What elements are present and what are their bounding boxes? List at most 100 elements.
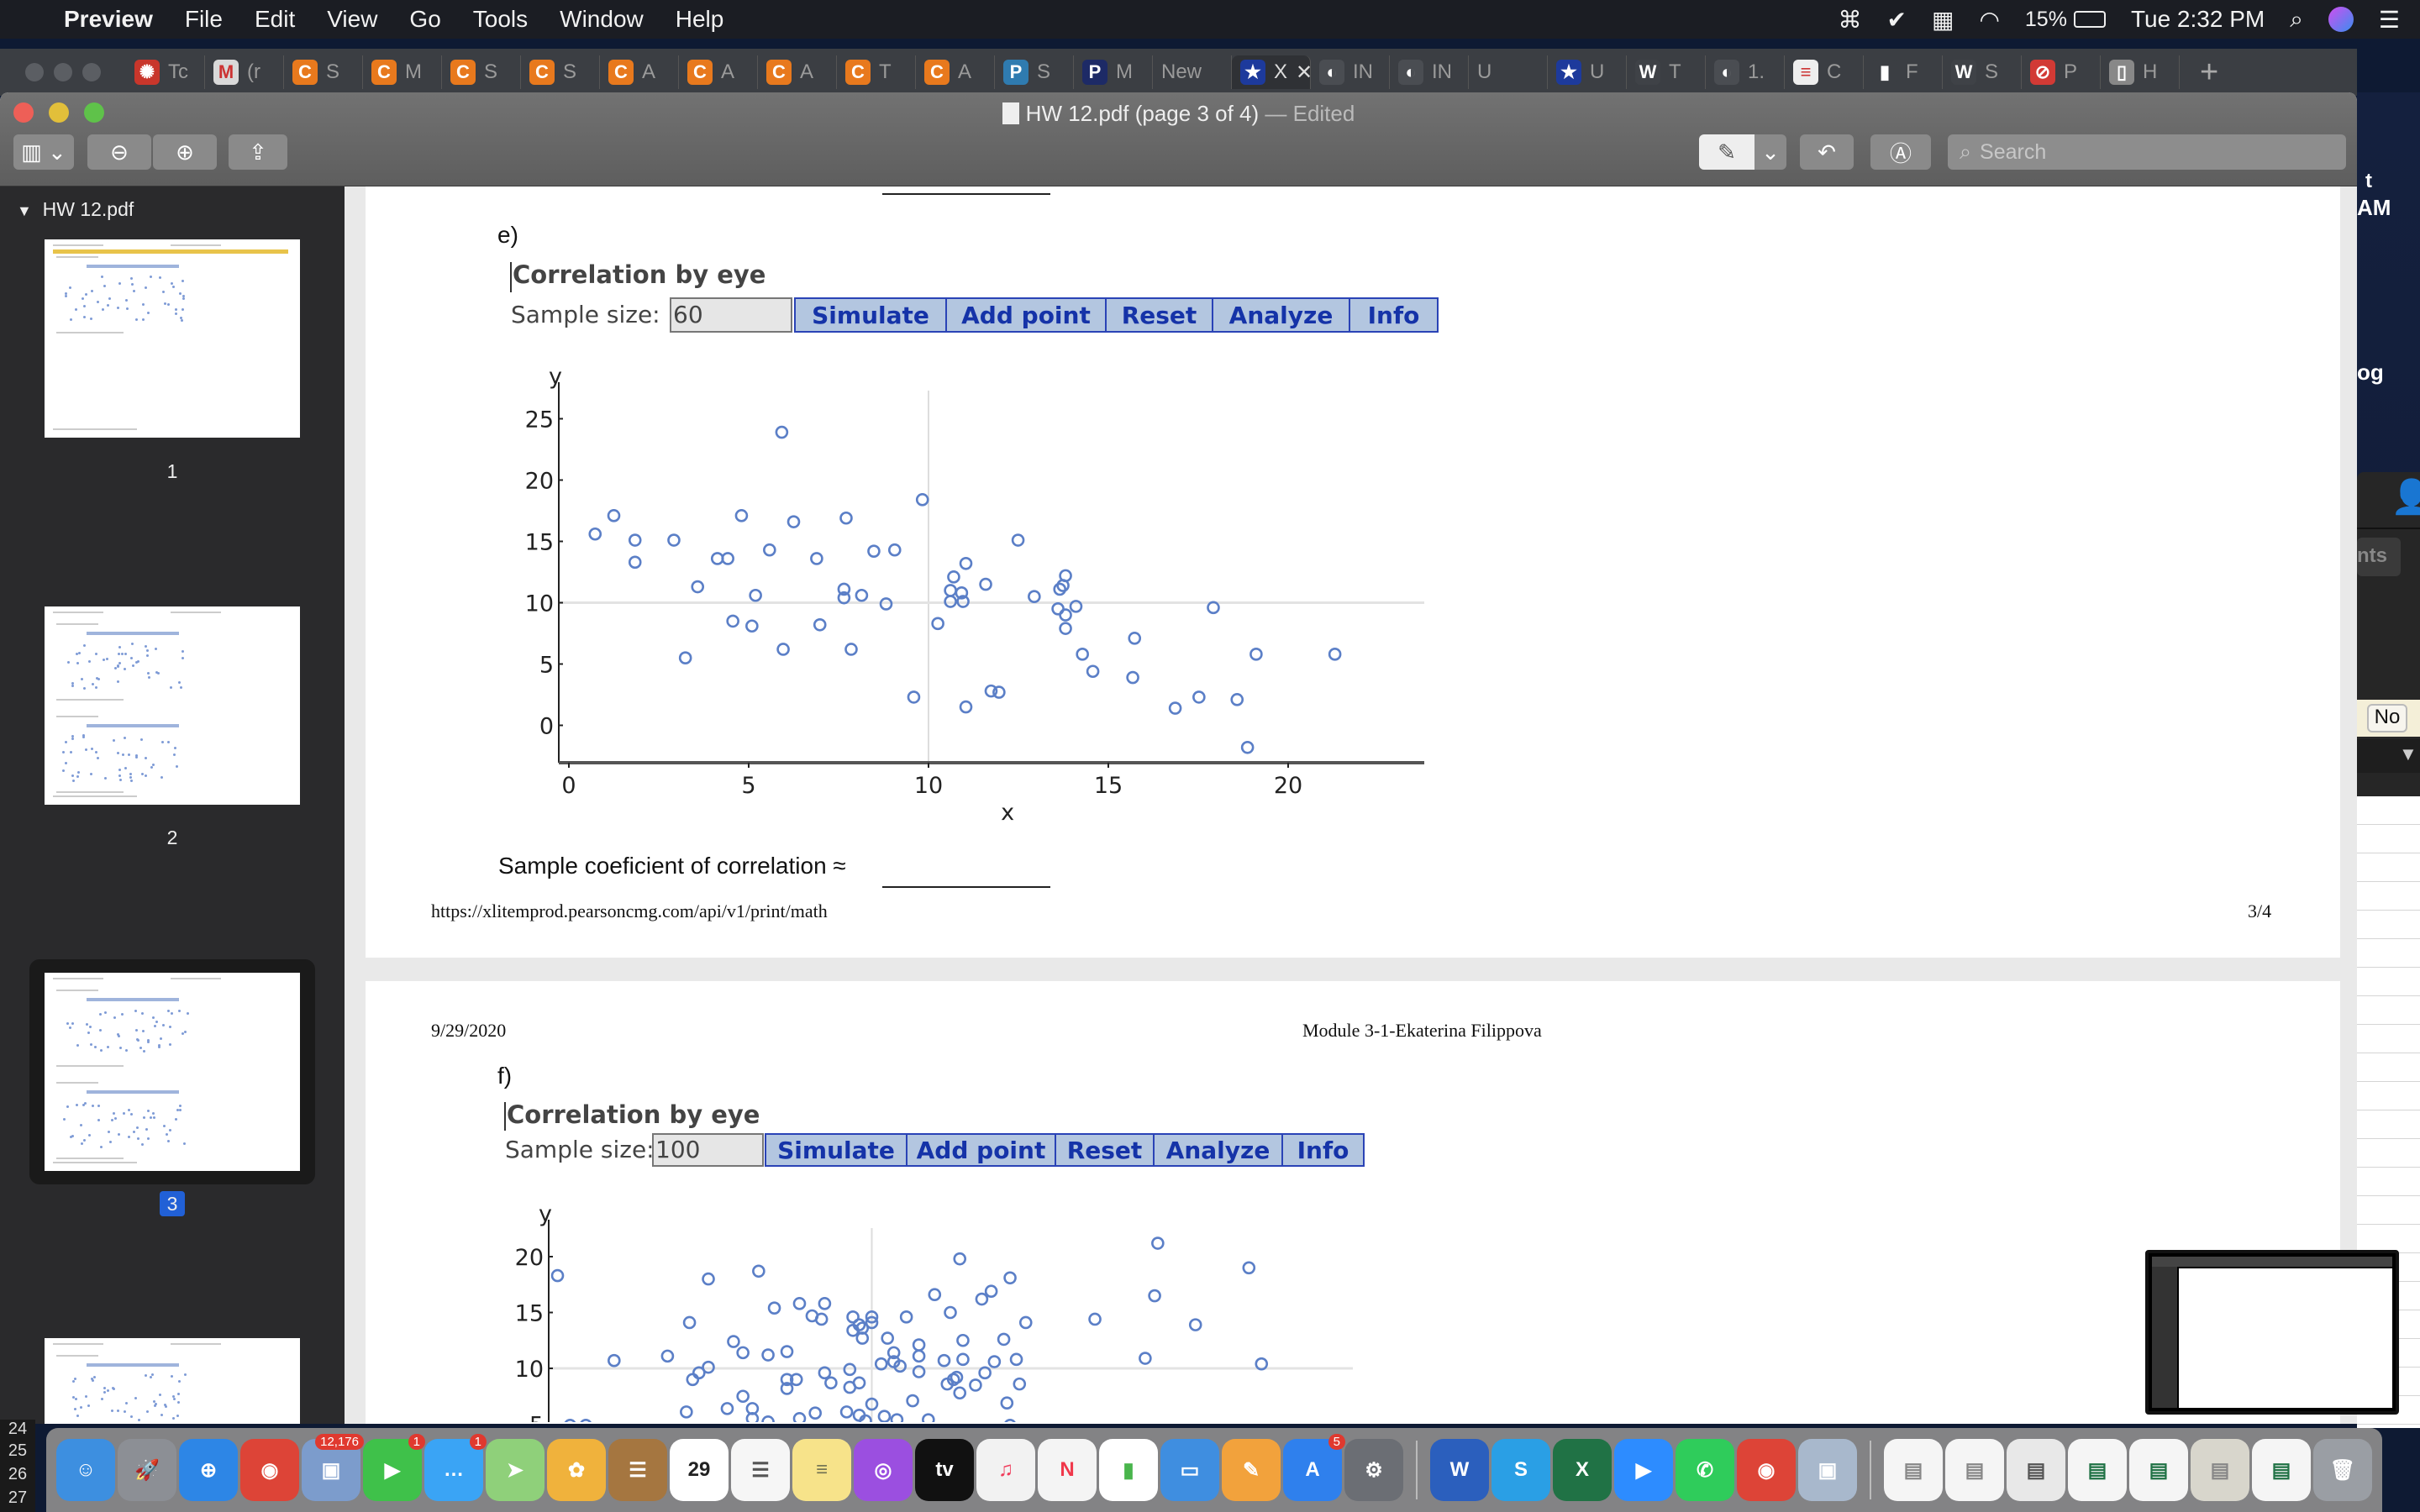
- coefficient-answer-blank[interactable]: [882, 886, 1050, 888]
- window-preview-thumbnail[interactable]: [2145, 1250, 2399, 1415]
- reset-button[interactable]: Reset: [1056, 1135, 1155, 1165]
- browser-tab[interactable]: ◐ 1.: [1706, 55, 1785, 89]
- launchpad-icon[interactable]: 🚀: [118, 1439, 176, 1501]
- menu-tools[interactable]: Tools: [473, 6, 528, 33]
- browser-tab[interactable]: CS: [442, 55, 521, 89]
- browser-tab[interactable]: ★ X ✕: [1232, 55, 1311, 89]
- markup-pen-button[interactable]: ✎: [1699, 134, 1754, 170]
- info-button[interactable]: Info: [1350, 299, 1437, 331]
- reminders-icon[interactable]: ☰: [731, 1439, 790, 1501]
- browser-tab[interactable]: CS: [284, 55, 363, 89]
- browser-tab[interactable]: PS: [995, 55, 1074, 89]
- calendar-icon[interactable]: 29: [670, 1439, 729, 1501]
- browser-tab[interactable]: CM: [363, 55, 442, 89]
- add-point-button[interactable]: Add point: [947, 299, 1107, 331]
- page-thumbnail-1[interactable]: [45, 239, 300, 438]
- whatsapp-icon[interactable]: ✆: [1676, 1439, 1734, 1501]
- chrome-icon[interactable]: ◉: [240, 1439, 299, 1501]
- minimized-window-icon[interactable]: ▤: [2007, 1439, 2065, 1501]
- search-input[interactable]: ⌕ Search: [1948, 134, 2346, 170]
- dropdown-arrow-icon[interactable]: ▼: [2399, 743, 2417, 765]
- numbers-icon[interactable]: ▮: [1099, 1439, 1158, 1501]
- browser-tab[interactable]: New: [1153, 55, 1232, 89]
- browser-tab[interactable]: U: [1469, 55, 1548, 89]
- trash-icon[interactable]: 🗑: [2313, 1439, 2372, 1501]
- finder-icon[interactable]: ☺: [56, 1439, 115, 1501]
- browser-tab[interactable]: CT: [837, 55, 916, 89]
- wifi-icon[interactable]: ◠: [1979, 6, 1999, 34]
- browser-tab[interactable]: ▮ F: [1864, 55, 1943, 89]
- menu-help[interactable]: Help: [676, 6, 724, 33]
- browser-tab[interactable]: CA: [679, 55, 758, 89]
- maps-icon[interactable]: ➤: [486, 1439, 544, 1501]
- browser-tab[interactable]: CS: [521, 55, 600, 89]
- system-preferences-icon[interactable]: ⚙: [1344, 1439, 1403, 1501]
- notification-center-icon[interactable]: ☰: [2379, 6, 2400, 34]
- calendar-status-icon[interactable]: ▦: [1932, 6, 1954, 34]
- menu-go[interactable]: Go: [409, 6, 440, 33]
- sidebar-toggle-button[interactable]: ▥ ⌄: [13, 134, 74, 170]
- minimized-window-icon[interactable]: ▤: [1945, 1439, 2004, 1501]
- keynote-icon[interactable]: ▭: [1160, 1439, 1219, 1501]
- chat-person-icon[interactable]: 👤: [2391, 477, 2420, 517]
- app-store-icon[interactable]: A5: [1283, 1434, 1345, 1501]
- analyze-button[interactable]: Analyze: [1155, 1135, 1283, 1165]
- word-icon[interactable]: W: [1430, 1439, 1489, 1501]
- new-tab-icon[interactable]: +: [2200, 55, 2218, 91]
- menu-edit[interactable]: Edit: [255, 6, 295, 33]
- close-tab-icon[interactable]: ✕: [1296, 60, 1310, 85]
- browser-tab[interactable]: M (r: [205, 55, 284, 89]
- browser-tab[interactable]: WT: [1627, 55, 1706, 89]
- no-button[interactable]: No: [2367, 704, 2407, 732]
- news-icon[interactable]: N: [1038, 1439, 1097, 1501]
- zoom-in-button[interactable]: ⊕: [153, 134, 217, 170]
- safari-icon[interactable]: ⊕: [179, 1439, 238, 1501]
- podcasts-icon[interactable]: ◎: [854, 1439, 913, 1501]
- minimized-window-icon[interactable]: ▤: [1884, 1439, 1943, 1501]
- apple-tv-icon[interactable]: tv: [915, 1439, 974, 1501]
- browser-tab[interactable]: ◐ IN: [1311, 55, 1390, 89]
- menu-file[interactable]: File: [185, 6, 223, 33]
- browser-tab[interactable]: ▯ H: [2101, 55, 2180, 89]
- browser-tab[interactable]: ★ U: [1548, 55, 1627, 89]
- simulate-button[interactable]: Simulate: [796, 299, 947, 331]
- page-thumbnail-4[interactable]: [45, 1338, 300, 1424]
- share-button[interactable]: ⇪: [229, 134, 287, 170]
- preview-app-icon[interactable]: ▣ 12,176: [302, 1434, 364, 1501]
- browser-tab[interactable]: ⊘ P: [2022, 55, 2101, 89]
- document-disclosure[interactable]: ▼ HW 12.pdf: [17, 198, 134, 221]
- browser-tab[interactable]: CA: [916, 55, 995, 89]
- menu-view[interactable]: View: [327, 6, 377, 33]
- messages-icon[interactable]: … 1: [424, 1434, 487, 1501]
- preview-icon[interactable]: ▣: [1798, 1439, 1857, 1501]
- browser-tab[interactable]: ≡ C: [1785, 55, 1864, 89]
- add-point-button[interactable]: Add point: [908, 1135, 1056, 1165]
- chrome-icon[interactable]: ◉: [1737, 1439, 1796, 1501]
- zoom-out-button[interactable]: ⊖: [87, 134, 151, 170]
- rotate-button[interactable]: ↶: [1800, 134, 1854, 170]
- minimized-window-icon[interactable]: ▤: [2191, 1439, 2249, 1501]
- markup-dropdown-button[interactable]: ⌄: [1754, 134, 1786, 170]
- status-app-icon[interactable]: ⌘: [1839, 6, 1862, 34]
- skype-icon[interactable]: S: [1491, 1439, 1550, 1501]
- comments-button[interactable]: nts: [2357, 538, 2401, 576]
- contacts-icon[interactable]: ☰: [608, 1439, 667, 1501]
- reset-button[interactable]: Reset: [1107, 299, 1213, 331]
- scatter-plot-e[interactable]: y 0 5 10 15 20 25 0 5 10 15 20 x: [504, 370, 1445, 840]
- music-icon[interactable]: ♫: [976, 1439, 1035, 1501]
- zoom-icon[interactable]: ▶: [1614, 1439, 1673, 1501]
- clock[interactable]: Tue 2:32 PM: [2131, 6, 2265, 33]
- scatter-plot-f[interactable]: y 5 10 15 20: [496, 1193, 1420, 1422]
- minimized-window-icon[interactable]: ▤: [2252, 1439, 2311, 1501]
- photos-icon[interactable]: ✿: [547, 1439, 606, 1501]
- browser-tab[interactable]: PM: [1074, 55, 1153, 89]
- sample-size-input[interactable]: 100: [652, 1133, 764, 1167]
- battery-percent[interactable]: 15%: [2025, 8, 2067, 32]
- menu-app-name[interactable]: Preview: [64, 6, 153, 33]
- minimized-window-icon[interactable]: ▤: [2129, 1439, 2188, 1501]
- menu-window[interactable]: Window: [560, 6, 644, 33]
- checkmark-status-icon[interactable]: ✔: [1887, 6, 1907, 34]
- page-thumbnail-3[interactable]: [45, 973, 300, 1171]
- page-thumbnail-2[interactable]: [45, 606, 300, 805]
- browser-tab[interactable]: WS: [1943, 55, 2022, 89]
